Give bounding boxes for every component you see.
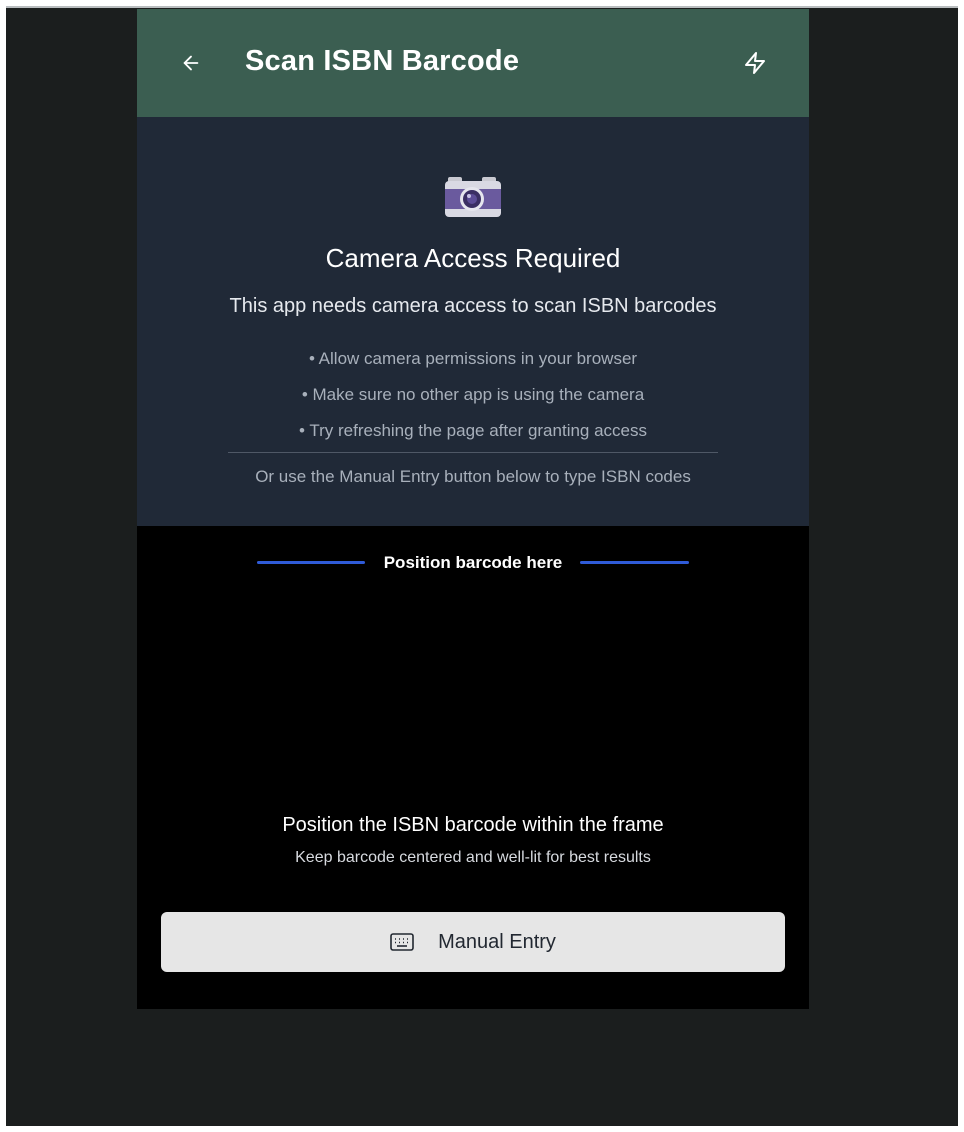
keyboard-icon [390,933,414,951]
lightning-bolt-icon [745,52,765,74]
flash-toggle-button[interactable] [737,45,773,81]
back-button[interactable] [173,45,209,81]
top-app-bar: Scan ISBN Barcode [137,9,809,117]
tip-item: • Allow camera permissions in your brows… [308,349,638,368]
camera-emoji-icon [445,177,501,217]
manual-entry-label: Manual Entry [438,930,556,953]
divider [228,452,718,453]
manual-entry-button[interactable]: Manual Entry [161,912,785,972]
scanner-app: Scan ISBN Barcode Camera Access Required… [137,9,809,1009]
browser-viewport: Scan ISBN Barcode Camera Access Required… [6,6,958,1126]
camera-viewfinder: Position barcode here Position the ISBN … [137,526,809,1009]
notice-subtitle: This app needs camera access to scan ISB… [229,295,717,317]
scan-frame-label: Position barcode here [383,553,563,572]
page-title: Scan ISBN Barcode [245,45,520,77]
scan-instruction-subtitle: Keep barcode centered and well-lit for b… [295,849,651,866]
notice-title: Camera Access Required [325,243,621,273]
scan-instruction-title: Position the ISBN barcode within the fra… [282,814,664,836]
troubleshooting-tips: • Allow camera permissions in your brows… [137,347,809,455]
camera-access-notice: Camera Access Required This app needs ca… [137,117,809,526]
tip-item: • Try refreshing the page after granting… [298,421,648,440]
tip-item: • Make sure no other app is using the ca… [301,385,645,404]
scan-frame-line-right [580,561,689,564]
arrow-left-icon [183,55,199,71]
notice-footer: Or use the Manual Entry button below to … [255,467,691,486]
